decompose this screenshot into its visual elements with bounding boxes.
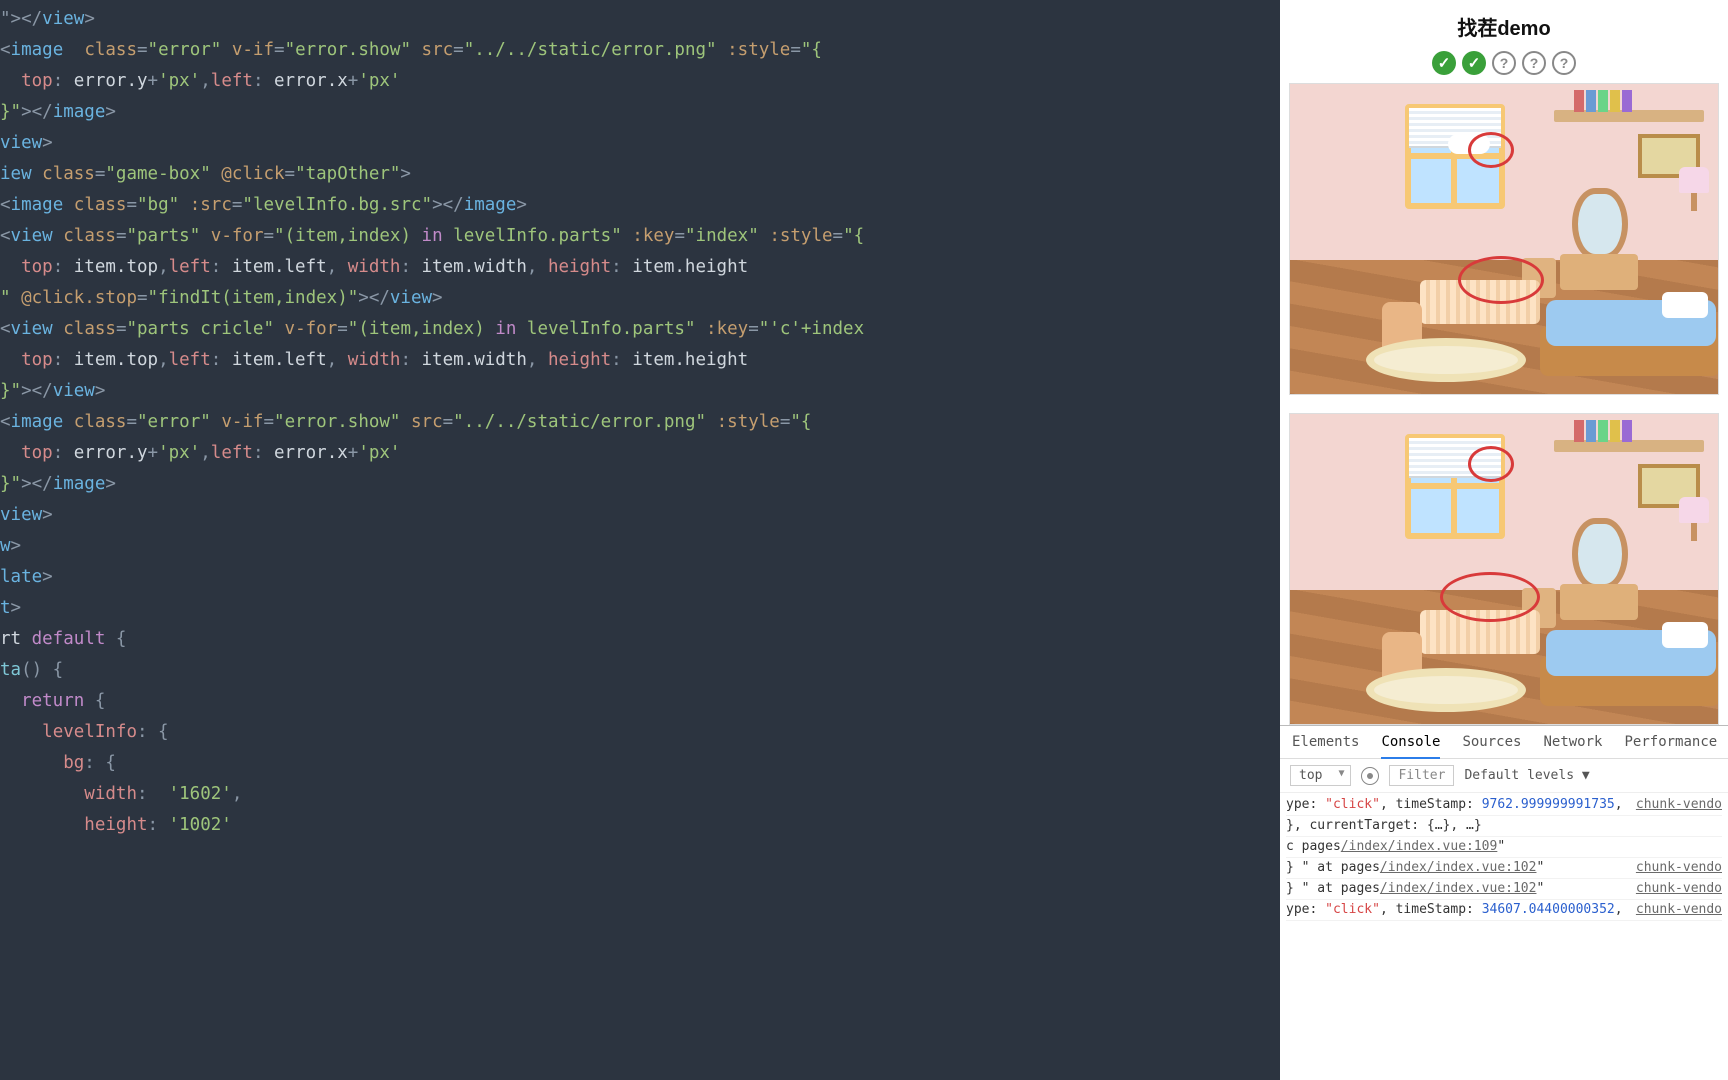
devtools-panel: Elements Console Sources Network Performance… (1280, 725, 1728, 1080)
difference-marker[interactable] (1458, 256, 1544, 304)
page-title: 找茬demo (1280, 0, 1728, 51)
log-levels-select[interactable]: Default levels ▼ (1464, 768, 1589, 783)
console-toolbar: top Filter Default levels ▼ (1280, 759, 1728, 793)
context-select[interactable]: top (1290, 765, 1351, 786)
code-editor[interactable]: "></view><image class="error" v-if="erro… (0, 0, 1280, 1080)
preview-pane: 找茬demo ✓✓??? Elements Console Sources Netwo… (1280, 0, 1728, 1080)
live-expression-icon[interactable] (1361, 767, 1379, 785)
difference-marker[interactable] (1468, 132, 1514, 168)
game-box-top[interactable] (1289, 83, 1719, 395)
console-log-area[interactable]: ype: "click", timeStamp: 9762.9999999917… (1280, 793, 1728, 1080)
status-unknown-icon: ? (1522, 51, 1546, 75)
console-log-line[interactable]: }, currentTarget: {…}, …} (1286, 816, 1722, 837)
log-source-link[interactable]: chunk-vendo (1636, 859, 1722, 877)
difference-marker[interactable] (1440, 572, 1540, 622)
game-column (1280, 83, 1728, 725)
devtools-tab-console[interactable]: Console (1381, 734, 1440, 759)
console-log-line[interactable]: ype: "click", timeStamp: 9762.9999999917… (1286, 795, 1722, 816)
console-log-line[interactable]: ype: "click", timeStamp: 34607.044000003… (1286, 900, 1722, 921)
status-found-icon: ✓ (1432, 51, 1456, 75)
log-source-link[interactable]: chunk-vendo (1636, 880, 1722, 898)
log-source-link[interactable]: chunk-vendo (1636, 796, 1722, 814)
status-unknown-icon: ? (1492, 51, 1516, 75)
devtools-tab-elements[interactable]: Elements (1292, 734, 1359, 750)
console-log-line[interactable]: } " at pages/index/index.vue:102"chunk-v… (1286, 879, 1722, 900)
devtools-tab-sources[interactable]: Sources (1462, 734, 1521, 750)
devtools-tab-network[interactable]: Network (1543, 734, 1602, 750)
console-log-line[interactable]: c pages/index/index.vue:109" (1286, 837, 1722, 858)
progress-indicators: ✓✓??? (1280, 51, 1728, 83)
console-log-line[interactable]: } " at pages/index/index.vue:102"chunk-v… (1286, 858, 1722, 879)
difference-marker[interactable] (1468, 446, 1514, 482)
game-box-bottom[interactable] (1289, 413, 1719, 725)
status-found-icon: ✓ (1462, 51, 1486, 75)
devtools-tabs: Elements Console Sources Network Performance (1280, 726, 1728, 759)
log-source-link[interactable]: chunk-vendo (1636, 901, 1722, 919)
devtools-tab-performance[interactable]: Performance (1624, 734, 1717, 750)
status-unknown-icon: ? (1552, 51, 1576, 75)
filter-input[interactable]: Filter (1389, 765, 1454, 786)
